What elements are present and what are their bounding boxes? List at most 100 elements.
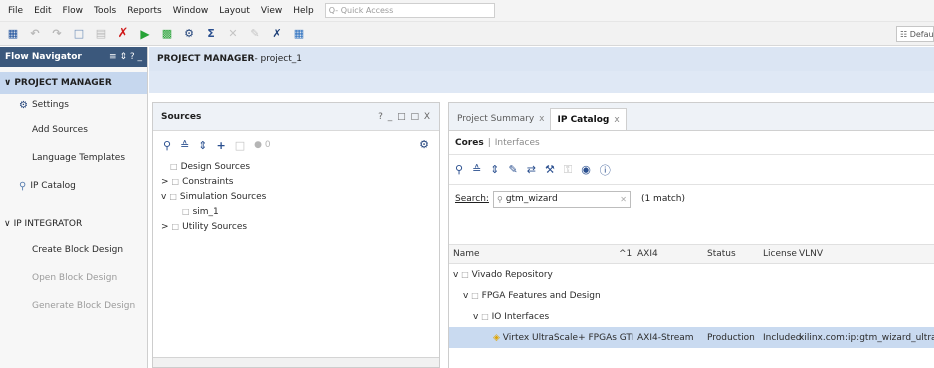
sources-tree: □ Design Sources > □ Constraints v □ Sim… — [153, 159, 439, 234]
quick-access-field[interactable]: Q- Quick Access — [324, 3, 495, 18]
expander[interactable]: v — [473, 312, 478, 322]
collapse-all-icon[interactable]: ≙ — [472, 163, 481, 176]
copy-icon[interactable]: □ — [72, 27, 86, 41]
tree-label: Constraints — [182, 176, 234, 187]
close-icon[interactable]: x — [614, 115, 619, 125]
table-row-gtm-wizard[interactable]: ◈ Virtex UltraScale+ FPGAs GTM Transceiv… — [449, 327, 934, 348]
expander[interactable]: v — [453, 270, 458, 280]
expander: > — [161, 221, 169, 232]
gear-icon[interactable]: ⚙ — [419, 138, 429, 151]
close-icon[interactable]: x — [539, 114, 544, 124]
row-name: Vivado Repository — [471, 269, 553, 280]
menu-layout[interactable]: Layout — [219, 6, 250, 16]
key-disabled-icon[interactable]: ⚿ — [564, 163, 572, 177]
delete-icon[interactable]: ✗ — [116, 27, 130, 41]
expander[interactable]: v — [463, 291, 468, 301]
ip-search-input[interactable]: ⚲ gtm_wizard ✕ — [492, 190, 631, 208]
redo-icon[interactable]: ↷ — [50, 27, 64, 41]
collapse-chevron-icon: ∨ — [4, 78, 12, 88]
nav-item-generate-block-design[interactable]: Generate Block Design — [0, 292, 147, 320]
menu-help[interactable]: Help — [293, 6, 314, 16]
tree-row-simulation-sources[interactable]: v □ Simulation Sources — [161, 189, 439, 204]
tree-row-design-sources[interactable]: □ Design Sources — [161, 159, 439, 174]
search-icon[interactable]: ⚲ — [455, 163, 463, 176]
flow-navigator-title: Flow Navigator — [5, 52, 82, 62]
search-icon: ⚲ — [496, 194, 503, 204]
sources-toolbar: ⚲ ≙ ⇕ + □ ● 0 ⚙ — [153, 131, 439, 159]
ip-catalog-icon: ⚲ — [19, 180, 27, 192]
cancel-icon[interactable]: ✗ — [270, 27, 284, 41]
run-icon[interactable]: ▶ — [138, 27, 152, 41]
tab-ip-catalog[interactable]: IP Catalog x — [550, 108, 627, 130]
menu-file[interactable]: File — [8, 6, 23, 16]
row-axi4: AXI4-Stream — [637, 332, 694, 343]
sources-window-controls[interactable]: ? _ □ □ X — [378, 112, 431, 122]
nav-section-project-manager[interactable]: ∨ PROJECT MANAGER — [0, 72, 147, 94]
column-header-axi4[interactable]: AXI4 — [637, 249, 658, 259]
nav-item-create-block-design[interactable]: Create Block Design — [0, 236, 147, 264]
menu-window[interactable]: Window — [173, 6, 209, 16]
expand-all-icon[interactable]: ⇕ — [490, 163, 499, 176]
nav-item-add-sources[interactable]: Add Sources — [0, 116, 147, 144]
repository-icon[interactable]: ◉ — [581, 163, 591, 176]
tab-project-summary[interactable]: Project Summary x — [451, 108, 550, 130]
folder-icon: □ — [471, 290, 479, 300]
new-project-icon[interactable]: ▦ — [6, 27, 20, 41]
cross-disabled-icon[interactable]: ✕ — [226, 27, 240, 41]
info-icon[interactable]: ⓘ — [600, 162, 611, 178]
search-icon[interactable]: ⚲ — [163, 139, 171, 152]
expand-all-icon[interactable]: ⇕ — [198, 139, 207, 152]
menu-tools[interactable]: Tools — [94, 6, 116, 16]
sigma-icon[interactable]: Σ — [204, 27, 218, 41]
project-manager-area: PROJECT MANAGER - project_1 — [149, 47, 934, 93]
nav-item-settings[interactable]: ⚙ Settings — [0, 94, 147, 116]
subtab-cores[interactable]: Cores — [455, 138, 484, 148]
row-name: FPGA Features and Design — [481, 290, 601, 301]
connect-icon[interactable]: ⇄ — [527, 163, 536, 176]
flow-navigator-controls[interactable]: ≡ ⇕ ? _ — [109, 52, 142, 62]
edit-disabled-icon[interactable]: ✎ — [248, 27, 262, 41]
table-header: Name ^1 AXI4 Status License VLNV — [449, 244, 934, 264]
add-icon[interactable]: + — [217, 139, 226, 152]
subtab-interfaces[interactable]: Interfaces — [495, 138, 540, 148]
nav-section-ip-integrator[interactable]: ∨ IP INTEGRATOR — [0, 212, 147, 236]
tree-label: Utility Sources — [182, 221, 248, 232]
column-header-status[interactable]: Status — [707, 249, 736, 259]
clear-icon[interactable]: ✕ — [620, 195, 627, 204]
quick-access-placeholder: Q- Quick Access — [328, 6, 394, 15]
menu-edit[interactable]: Edit — [34, 6, 51, 16]
paste-icon[interactable]: ▤ — [94, 27, 108, 41]
table-row-fpga-features[interactable]: v □ FPGA Features and Design — [449, 285, 934, 306]
nav-item-language-templates[interactable]: Language Templates — [0, 144, 147, 172]
nav-item-label: IP Catalog — [30, 181, 76, 191]
layout-selector[interactable]: ☷ Default — [896, 26, 934, 42]
nav-item-ip-catalog[interactable]: ⚲ IP Catalog — [0, 172, 147, 200]
menu-view[interactable]: View — [261, 6, 282, 16]
row-name-cell: ◈ Virtex UltraScale+ FPGAs GTM Transceiv — [493, 333, 633, 343]
project-name: - project_1 — [254, 54, 303, 64]
compile-order-badge[interactable]: ● 0 — [254, 140, 270, 150]
sources-bottom-tabs[interactable] — [153, 357, 439, 367]
column-header-vlnv[interactable]: VLNV — [799, 249, 823, 259]
tree-row-sim-1[interactable]: □ sim_1 — [161, 204, 439, 219]
menu-flow[interactable]: Flow — [63, 6, 84, 16]
tree-row-constraints[interactable]: > □ Constraints — [161, 174, 439, 189]
column-header-license[interactable]: License — [763, 249, 797, 259]
nav-item-open-block-design[interactable]: Open Block Design — [0, 264, 147, 292]
nav-item-label: Add Sources — [32, 125, 88, 135]
ip-search-bar: Search: ⚲ gtm_wizard ✕ (1 match) — [449, 185, 934, 213]
dashboard-icon[interactable]: ▦ — [292, 27, 306, 41]
customize-ip-icon[interactable]: ⚒ — [545, 163, 555, 176]
filter-icon[interactable]: ✎ — [509, 163, 518, 176]
table-row-vivado-repository[interactable]: v □ Vivado Repository — [449, 264, 934, 285]
table-row-io-interfaces[interactable]: v □ IO Interfaces — [449, 306, 934, 327]
column-header-name[interactable]: Name — [453, 249, 480, 259]
menu-reports[interactable]: Reports — [127, 6, 162, 16]
tree-row-utility-sources[interactable]: > □ Utility Sources — [161, 219, 439, 234]
settings-icon[interactable]: ⚙ — [182, 27, 196, 41]
sort-indicator[interactable]: ^1 — [619, 249, 632, 259]
program-icon[interactable]: ▩ — [160, 27, 174, 41]
undo-icon[interactable]: ↶ — [28, 27, 42, 41]
collapse-all-icon[interactable]: ≙ — [180, 139, 189, 152]
file-disabled-icon[interactable]: □ — [235, 139, 245, 152]
